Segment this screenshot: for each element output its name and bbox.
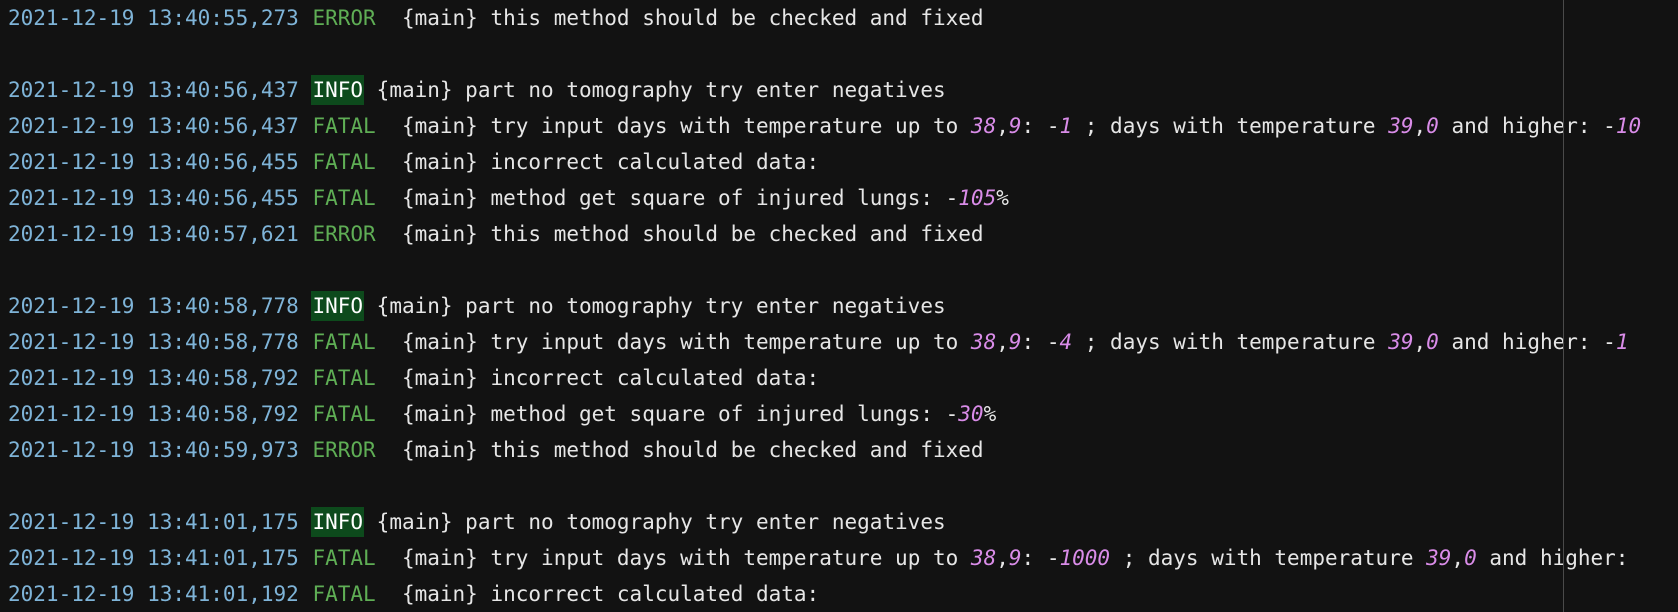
log-message: {main} incorrect calculated data:	[389, 582, 820, 606]
log-number: 38	[970, 330, 997, 354]
blank-line[interactable]	[8, 468, 1641, 504]
log-timestamp: 2021-12-19 13:40:56,455	[8, 150, 299, 174]
log-number: 1	[1615, 330, 1629, 354]
blank-line[interactable]	[8, 252, 1641, 288]
log-number: 0	[1426, 114, 1439, 138]
log-level-fatal: FATAL	[312, 582, 376, 606]
log-line[interactable]: 2021-12-19 13:40:59,973 ERROR {main} thi…	[8, 432, 1641, 468]
log-timestamp: 2021-12-19 13:40:56,437	[8, 114, 299, 138]
log-message: {main} part no tomography try enter nega…	[364, 510, 946, 534]
log-message: {main} this method should be checked and…	[389, 438, 984, 462]
log-viewer[interactable]: 2021-12-19 13:40:55,273 ERROR {main} thi…	[0, 0, 1678, 612]
log-message: and higher:	[1476, 546, 1629, 570]
log-timestamp: 2021-12-19 13:41:01,175	[8, 510, 299, 534]
log-message: {main} incorrect calculated data:	[389, 150, 820, 174]
log-level-fatal: FATAL	[312, 150, 376, 174]
log-level-error: ERROR	[312, 222, 376, 246]
log-number: 0	[1426, 330, 1439, 354]
log-line[interactable]: 2021-12-19 13:40:56,437 INFO {main} part…	[8, 72, 1641, 108]
log-message: ,	[1451, 546, 1465, 570]
log-line[interactable]: 2021-12-19 13:40:55,273 ERROR {main} thi…	[8, 0, 1641, 36]
log-line[interactable]: 2021-12-19 13:40:56,437 FATAL {main} try…	[8, 108, 1641, 144]
log-timestamp: 2021-12-19 13:40:59,973	[8, 438, 299, 462]
log-level-fatal: FATAL	[312, 402, 376, 426]
log-line[interactable]: 2021-12-19 13:40:56,455 FATAL {main} inc…	[8, 144, 1641, 180]
log-number: 39	[1426, 546, 1452, 570]
log-level-error: ERROR	[312, 6, 376, 30]
log-line[interactable]: 2021-12-19 13:41:01,175 FATAL {main} try…	[8, 540, 1641, 576]
log-number: 4	[1059, 330, 1073, 354]
log-message: {main} try input days with temperature u…	[389, 114, 971, 138]
log-timestamp: 2021-12-19 13:41:01,192	[8, 582, 299, 606]
log-line[interactable]: 2021-12-19 13:40:58,778 FATAL {main} try…	[8, 324, 1641, 360]
log-line[interactable]: 2021-12-19 13:40:58,792 FATAL {main} inc…	[8, 360, 1641, 396]
log-message: and higher: -	[1438, 114, 1616, 138]
log-message: ,	[1413, 114, 1427, 138]
log-number: 1000	[1059, 546, 1111, 570]
log-number: 30	[958, 402, 984, 426]
log-message: {main} this method should be checked and…	[389, 222, 984, 246]
log-level-fatal: FATAL	[312, 114, 376, 138]
log-lines: 2021-12-19 13:40:55,273 ERROR {main} thi…	[8, 0, 1641, 612]
log-message: {main} incorrect calculated data:	[389, 366, 820, 390]
log-number: 9	[1008, 546, 1022, 570]
log-message: : -	[1021, 114, 1060, 138]
log-message: {main} method get square of injured lung…	[389, 402, 959, 426]
log-level-info: INFO	[311, 291, 365, 321]
log-message: {main} try input days with temperature u…	[389, 330, 971, 354]
log-message: ; days with temperature	[1072, 330, 1389, 354]
log-timestamp: 2021-12-19 13:40:58,792	[8, 366, 299, 390]
log-message: : -	[1021, 330, 1060, 354]
log-message: ; days with temperature	[1110, 546, 1427, 570]
log-message: %	[996, 186, 1009, 210]
log-timestamp: 2021-12-19 13:41:01,175	[8, 546, 299, 570]
log-line[interactable]: 2021-12-19 13:40:57,621 ERROR {main} thi…	[8, 216, 1641, 252]
log-message: ; days with temperature	[1072, 114, 1389, 138]
right-margin-guide	[1563, 0, 1564, 612]
log-message: {main} try input days with temperature u…	[389, 546, 971, 570]
log-number: 105	[958, 186, 997, 210]
log-number: 9	[1008, 114, 1022, 138]
log-message: ,	[1413, 330, 1427, 354]
log-timestamp: 2021-12-19 13:40:58,778	[8, 294, 299, 318]
log-level-info: INFO	[311, 75, 365, 105]
log-message: {main} this method should be checked and…	[389, 6, 984, 30]
log-line[interactable]: 2021-12-19 13:40:56,455 FATAL {main} met…	[8, 180, 1641, 216]
log-timestamp: 2021-12-19 13:40:56,455	[8, 186, 299, 210]
log-number: 9	[1008, 330, 1022, 354]
log-number: 38	[970, 114, 997, 138]
log-level-info: INFO	[311, 507, 365, 537]
log-number: 10	[1615, 114, 1642, 138]
log-timestamp: 2021-12-19 13:40:58,778	[8, 330, 299, 354]
log-message: ,	[996, 114, 1009, 138]
log-message: and higher: -	[1438, 330, 1616, 354]
log-number: 38	[970, 546, 997, 570]
log-number: 0	[1464, 546, 1477, 570]
log-line[interactable]: 2021-12-19 13:41:01,192 FATAL {main} inc…	[8, 576, 1641, 612]
log-number: 39	[1388, 330, 1414, 354]
log-message: ,	[996, 330, 1009, 354]
log-level-fatal: FATAL	[312, 330, 376, 354]
log-level-error: ERROR	[312, 438, 376, 462]
log-line[interactable]: 2021-12-19 13:40:58,792 FATAL {main} met…	[8, 396, 1641, 432]
log-number: 1	[1059, 114, 1073, 138]
log-timestamp: 2021-12-19 13:40:55,273	[8, 6, 299, 30]
log-message: {main} part no tomography try enter nega…	[364, 78, 946, 102]
blank-line[interactable]	[8, 36, 1641, 72]
log-line[interactable]: 2021-12-19 13:40:58,778 INFO {main} part…	[8, 288, 1641, 324]
log-message: {main} part no tomography try enter nega…	[364, 294, 946, 318]
log-timestamp: 2021-12-19 13:40:57,621	[8, 222, 299, 246]
log-timestamp: 2021-12-19 13:40:58,792	[8, 402, 299, 426]
log-number: 39	[1388, 114, 1414, 138]
log-level-fatal: FATAL	[312, 546, 376, 570]
log-line[interactable]: 2021-12-19 13:41:01,175 INFO {main} part…	[8, 504, 1641, 540]
log-message: ,	[996, 546, 1009, 570]
log-timestamp: 2021-12-19 13:40:56,437	[8, 78, 299, 102]
log-level-fatal: FATAL	[312, 186, 376, 210]
log-message: {main} method get square of injured lung…	[389, 186, 959, 210]
log-message: : -	[1021, 546, 1060, 570]
log-level-fatal: FATAL	[312, 366, 376, 390]
log-message: %	[983, 402, 997, 426]
